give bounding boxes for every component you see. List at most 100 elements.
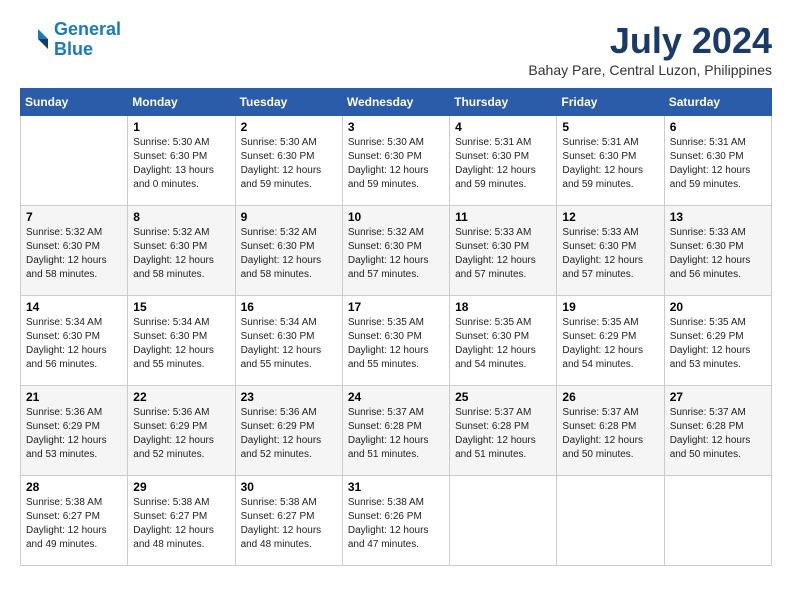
day-number: 6 <box>670 120 766 134</box>
day-info: Sunrise: 5:36 AMSunset: 6:29 PMDaylight:… <box>133 406 229 462</box>
calendar-cell: 19 Sunrise: 5:35 AMSunset: 6:29 PMDayligh… <box>557 296 664 386</box>
day-info: Sunrise: 5:32 AMSunset: 6:30 PMDaylight:… <box>241 226 337 282</box>
calendar-cell: 4 Sunrise: 5:31 AMSunset: 6:30 PMDaylight… <box>450 116 557 206</box>
day-info: Sunrise: 5:38 AMSunset: 6:27 PMDaylight:… <box>133 496 229 552</box>
day-number: 19 <box>562 300 658 314</box>
day-info: Sunrise: 5:37 AMSunset: 6:28 PMDaylight:… <box>670 406 766 462</box>
day-number: 20 <box>670 300 766 314</box>
calendar-week-row: 28 Sunrise: 5:38 AMSunset: 6:27 PMDayligh… <box>21 476 772 566</box>
day-number: 25 <box>455 390 551 404</box>
month-title: July 2024 <box>528 20 772 62</box>
day-number: 4 <box>455 120 551 134</box>
calendar-cell: 26Sunrise: 5:37 AMSunset: 6:28 PMDayligh… <box>557 386 664 476</box>
calendar-cell: 22 Sunrise: 5:36 AMSunset: 6:29 PMDayligh… <box>128 386 235 476</box>
day-number: 11 <box>455 210 551 224</box>
day-info: Sunrise: 5:34 AMSunset: 6:30 PMDaylight:… <box>241 316 337 372</box>
calendar-cell: 23 Sunrise: 5:36 AMSunset: 6:29 PMDayligh… <box>235 386 342 476</box>
weekday-header-row: SundayMondayTuesdayWednesdayThursdayFrid… <box>21 89 772 116</box>
day-number: 13 <box>670 210 766 224</box>
day-number: 9 <box>241 210 337 224</box>
logo-icon <box>20 25 50 55</box>
day-info: Sunrise: 5:36 AMSunset: 6:29 PMDaylight:… <box>241 406 337 462</box>
day-number: 12 <box>562 210 658 224</box>
day-info: Sunrise: 5:38 AMSunset: 6:27 PMDaylight:… <box>26 496 122 552</box>
day-info: Sunrise: 5:35 AMSunset: 6:29 PMDaylight:… <box>670 316 766 372</box>
day-info: Sunrise: 5:32 AMSunset: 6:30 PMDaylight:… <box>26 226 122 282</box>
day-number: 28 <box>26 480 122 494</box>
calendar-cell <box>450 476 557 566</box>
calendar-table: SundayMondayTuesdayWednesdayThursdayFrid… <box>20 88 772 566</box>
logo-line1: General <box>54 19 121 39</box>
calendar-cell: 29 Sunrise: 5:38 AMSunset: 6:27 PMDayligh… <box>128 476 235 566</box>
day-number: 18 <box>455 300 551 314</box>
calendar-cell: 15Sunrise: 5:34 AMSunset: 6:30 PMDayligh… <box>128 296 235 386</box>
day-number: 24 <box>348 390 444 404</box>
day-info: Sunrise: 5:31 AMSunset: 6:30 PMDaylight:… <box>670 136 766 192</box>
day-info: Sunrise: 5:38 AMSunset: 6:27 PMDaylight:… <box>241 496 337 552</box>
calendar-cell: 8 Sunrise: 5:32 AMSunset: 6:30 PMDaylight… <box>128 206 235 296</box>
calendar-cell: 18Sunrise: 5:35 AMSunset: 6:30 PMDayligh… <box>450 296 557 386</box>
day-number: 22 <box>133 390 229 404</box>
day-number: 23 <box>241 390 337 404</box>
day-number: 7 <box>26 210 122 224</box>
calendar-cell: 1 Sunrise: 5:30 AMSunset: 6:30 PMDaylight… <box>128 116 235 206</box>
weekday-header-cell: Monday <box>128 89 235 116</box>
day-info: Sunrise: 5:30 AMSunset: 6:30 PMDaylight:… <box>241 136 337 192</box>
calendar-week-row: 7 Sunrise: 5:32 AMSunset: 6:30 PMDaylight… <box>21 206 772 296</box>
day-info: Sunrise: 5:37 AMSunset: 6:28 PMDaylight:… <box>455 406 551 462</box>
calendar-cell: 14Sunrise: 5:34 AMSunset: 6:30 PMDayligh… <box>21 296 128 386</box>
calendar-cell: 30 Sunrise: 5:38 AMSunset: 6:27 PMDayligh… <box>235 476 342 566</box>
calendar-cell: 7 Sunrise: 5:32 AMSunset: 6:30 PMDaylight… <box>21 206 128 296</box>
weekday-header-cell: Saturday <box>664 89 771 116</box>
location: Bahay Pare, Central Luzon, Philippines <box>528 62 772 78</box>
weekday-header-cell: Wednesday <box>342 89 449 116</box>
logo: General Blue <box>20 20 121 60</box>
weekday-header-cell: Thursday <box>450 89 557 116</box>
day-info: Sunrise: 5:37 AMSunset: 6:28 PMDaylight:… <box>348 406 444 462</box>
day-number: 8 <box>133 210 229 224</box>
day-number: 30 <box>241 480 337 494</box>
day-info: Sunrise: 5:36 AMSunset: 6:29 PMDaylight:… <box>26 406 122 462</box>
day-number: 16 <box>241 300 337 314</box>
calendar-week-row: 21 Sunrise: 5:36 AMSunset: 6:29 PMDayligh… <box>21 386 772 476</box>
day-number: 10 <box>348 210 444 224</box>
calendar-cell: 5Sunrise: 5:31 AMSunset: 6:30 PMDaylight… <box>557 116 664 206</box>
calendar-cell: 11 Sunrise: 5:33 AMSunset: 6:30 PMDayligh… <box>450 206 557 296</box>
calendar-cell: 28 Sunrise: 5:38 AMSunset: 6:27 PMDayligh… <box>21 476 128 566</box>
calendar-week-row: 14Sunrise: 5:34 AMSunset: 6:30 PMDayligh… <box>21 296 772 386</box>
day-info: Sunrise: 5:33 AMSunset: 6:30 PMDaylight:… <box>670 226 766 282</box>
calendar-cell: 20 Sunrise: 5:35 AMSunset: 6:29 PMDayligh… <box>664 296 771 386</box>
day-info: Sunrise: 5:33 AMSunset: 6:30 PMDaylight:… <box>562 226 658 282</box>
day-info: Sunrise: 5:33 AMSunset: 6:30 PMDaylight:… <box>455 226 551 282</box>
day-info: Sunrise: 5:32 AMSunset: 6:30 PMDaylight:… <box>348 226 444 282</box>
day-number: 17 <box>348 300 444 314</box>
day-info: Sunrise: 5:31 AMSunset: 6:30 PMDaylight:… <box>455 136 551 192</box>
calendar-cell: 10 Sunrise: 5:32 AMSunset: 6:30 PMDayligh… <box>342 206 449 296</box>
calendar-cell: 25 Sunrise: 5:37 AMSunset: 6:28 PMDayligh… <box>450 386 557 476</box>
day-info: Sunrise: 5:30 AMSunset: 6:30 PMDaylight:… <box>348 136 444 192</box>
day-info: Sunrise: 5:35 AMSunset: 6:29 PMDaylight:… <box>562 316 658 372</box>
day-number: 27 <box>670 390 766 404</box>
day-number: 21 <box>26 390 122 404</box>
day-info: Sunrise: 5:34 AMSunset: 6:30 PMDaylight:… <box>133 316 229 372</box>
day-info: Sunrise: 5:38 AMSunset: 6:26 PMDaylight:… <box>348 496 444 552</box>
calendar-cell <box>557 476 664 566</box>
day-number: 31 <box>348 480 444 494</box>
day-number: 5 <box>562 120 658 134</box>
logo-line2: Blue <box>54 39 93 59</box>
day-info: Sunrise: 5:32 AMSunset: 6:30 PMDaylight:… <box>133 226 229 282</box>
day-number: 3 <box>348 120 444 134</box>
weekday-header-cell: Sunday <box>21 89 128 116</box>
logo-text: General Blue <box>54 20 121 60</box>
day-number: 1 <box>133 120 229 134</box>
day-number: 29 <box>133 480 229 494</box>
weekday-header-cell: Tuesday <box>235 89 342 116</box>
calendar-cell: 31 Sunrise: 5:38 AMSunset: 6:26 PMDayligh… <box>342 476 449 566</box>
day-info: Sunrise: 5:35 AMSunset: 6:30 PMDaylight:… <box>348 316 444 372</box>
calendar-cell: 2 Sunrise: 5:30 AMSunset: 6:30 PMDaylight… <box>235 116 342 206</box>
day-number: 2 <box>241 120 337 134</box>
day-info: Sunrise: 5:30 AMSunset: 6:30 PMDaylight:… <box>133 136 229 192</box>
calendar-cell: 9 Sunrise: 5:32 AMSunset: 6:30 PMDaylight… <box>235 206 342 296</box>
calendar-cell: 21 Sunrise: 5:36 AMSunset: 6:29 PMDayligh… <box>21 386 128 476</box>
calendar-cell: 13 Sunrise: 5:33 AMSunset: 6:30 PMDayligh… <box>664 206 771 296</box>
